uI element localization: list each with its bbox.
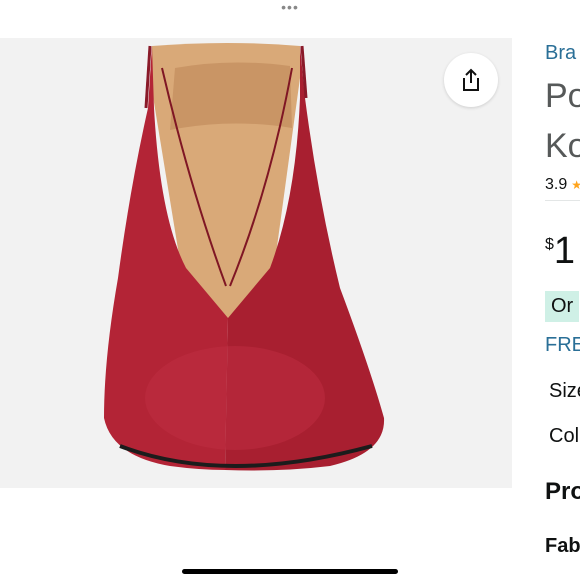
more-handle-icon[interactable]: •••: [278, 0, 302, 14]
shoe-illustration: [104, 43, 385, 471]
fabric-label: Fab: [545, 535, 580, 557]
price-value: 1: [553, 230, 576, 272]
price-currency: $: [545, 236, 554, 253]
offer-badge: Or: [545, 291, 580, 322]
product-details-panel: Bra Po Ko 3.9★ $1 Or FRE Size Col Pro Fa…: [545, 0, 580, 580]
product-title-line-2: Ko: [545, 127, 580, 165]
color-selector[interactable]: Col: [549, 425, 579, 448]
rating-value: 3.9: [545, 176, 568, 193]
divider: [545, 200, 580, 201]
share-icon: [463, 68, 479, 91]
star-icon: ★: [571, 178, 580, 192]
share-button[interactable]: [444, 53, 498, 107]
rating[interactable]: 3.9 ★: [545, 176, 580, 194]
product-title-line-1: Po: [545, 77, 580, 115]
price: $1: [545, 230, 575, 273]
home-indicator[interactable]: [182, 569, 398, 574]
product-image[interactable]: [0, 38, 512, 488]
product-details-heading: Pro: [545, 478, 580, 505]
shipping-link[interactable]: FRE: [545, 334, 580, 357]
brand-link[interactable]: Bra: [545, 42, 576, 65]
size-selector[interactable]: Size: [549, 380, 580, 403]
